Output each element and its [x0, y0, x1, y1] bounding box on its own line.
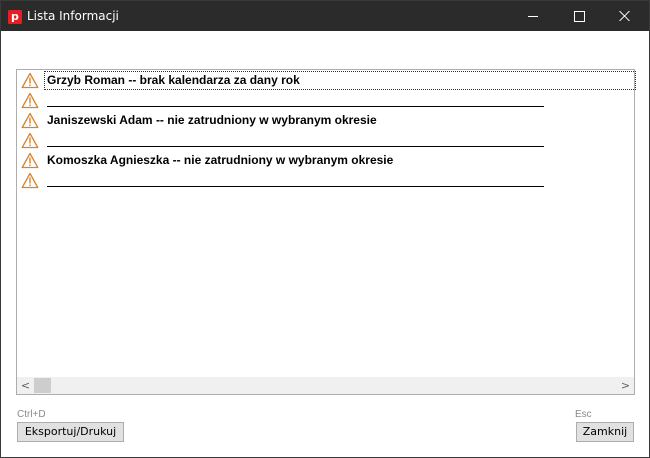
list-item[interactable]	[18, 171, 633, 191]
list-item[interactable]	[18, 91, 633, 111]
warning-triangle-icon	[21, 172, 39, 189]
close-shortcut-hint: Esc	[575, 409, 592, 420]
list-item-text: Grzyb Roman -- brak kalendarza za dany r…	[44, 71, 636, 90]
close-icon	[619, 10, 631, 22]
warning-triangle-icon	[21, 92, 39, 109]
close-button[interactable]: Zamknij	[576, 422, 634, 442]
list-item[interactable]	[18, 131, 633, 151]
app-logo-letter: p	[11, 10, 19, 23]
dialog-window: p Lista Informacji Grzyb Roman -- brak k…	[0, 0, 650, 458]
title-bar[interactable]: p Lista Informacji	[1, 1, 649, 31]
warning-triangle-icon	[21, 152, 39, 169]
export-print-button[interactable]: Eksportuj/Drukuj	[17, 422, 124, 442]
separator-line	[47, 146, 544, 147]
scroll-right-icon[interactable]: >	[617, 377, 634, 394]
export-shortcut-hint: Ctrl+D	[17, 409, 46, 420]
close-window-button[interactable]	[602, 1, 648, 31]
maximize-button[interactable]	[556, 1, 602, 31]
information-list[interactable]: Grzyb Roman -- brak kalendarza za dany r…	[16, 69, 636, 395]
list-item[interactable]: Janiszewski Adam -- nie zatrudniony w wy…	[18, 111, 633, 131]
list-item[interactable]: Grzyb Roman -- brak kalendarza za dany r…	[18, 71, 636, 91]
warning-triangle-icon	[21, 132, 39, 149]
maximize-icon	[573, 10, 585, 22]
minimize-button[interactable]	[510, 1, 556, 31]
separator-line	[47, 106, 544, 107]
minimize-icon	[528, 15, 538, 17]
list-item-text: Komoszka Agnieszka -- nie zatrudniony w …	[47, 153, 394, 167]
list-item[interactable]: Komoszka Agnieszka -- nie zatrudniony w …	[18, 151, 633, 171]
scrollbar-thumb[interactable]	[34, 378, 51, 393]
separator-line	[47, 186, 544, 187]
horizontal-scrollbar[interactable]: < >	[17, 377, 634, 394]
warning-triangle-icon	[21, 72, 39, 89]
window-title: Lista Informacji	[27, 9, 119, 23]
app-logo-icon: p	[8, 10, 22, 24]
list-item-text: Janiszewski Adam -- nie zatrudniony w wy…	[47, 113, 377, 127]
scroll-left-icon[interactable]: <	[17, 377, 34, 394]
warning-triangle-icon	[21, 112, 39, 129]
